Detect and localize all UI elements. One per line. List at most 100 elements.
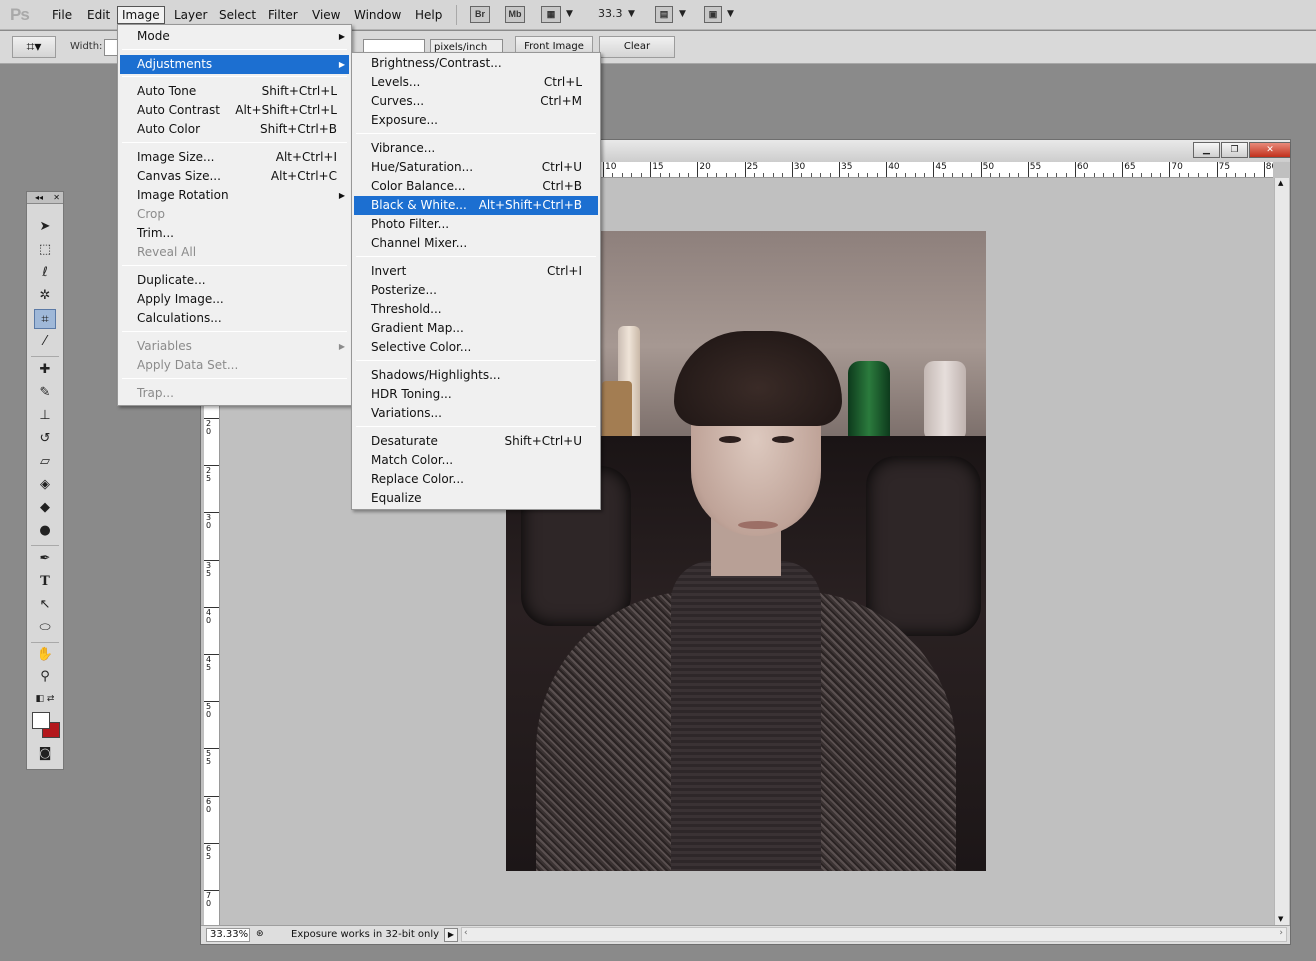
- scroll-down-icon[interactable]: ▼: [1278, 915, 1283, 923]
- horizontal-scrollbar[interactable]: ‹ ›: [461, 927, 1287, 942]
- ellipse-icon[interactable]: ⬭: [34, 618, 56, 638]
- image-menu-item-auto-contrast[interactable]: Auto Contrast Alt+Shift+Ctrl+L: [120, 101, 349, 120]
- scroll-right-icon[interactable]: ›: [1279, 928, 1283, 938]
- image-menu-item-auto-color[interactable]: Auto Color Shift+Ctrl+B: [120, 120, 349, 139]
- dodge-icon[interactable]: ●: [34, 521, 56, 541]
- extras-icon[interactable]: ▦: [541, 6, 561, 23]
- clear-button[interactable]: Clear: [599, 36, 675, 58]
- adjustments-item-photo-filter[interactable]: Photo Filter...: [354, 215, 598, 234]
- adjustments-item-channel-mixer[interactable]: Channel Mixer...: [354, 234, 598, 253]
- adjustments-item-hdr-toning[interactable]: HDR Toning...: [354, 385, 598, 404]
- tools-panel-header[interactable]: ◂◂ ✕: [27, 192, 63, 204]
- history-brush-icon[interactable]: ↺: [34, 429, 56, 449]
- eraser-icon[interactable]: ▱: [34, 452, 56, 472]
- adjustments-item-replace-color[interactable]: Replace Color...: [354, 470, 598, 489]
- menu-edit[interactable]: Edit: [83, 6, 114, 24]
- image-menu-item-mode[interactable]: Mode ▶: [120, 27, 349, 46]
- restore-icon[interactable]: ❐: [1221, 142, 1248, 158]
- marquee-icon[interactable]: ⬚: [34, 240, 56, 260]
- arrange-documents-icon[interactable]: ▤: [655, 6, 673, 23]
- lasso-icon[interactable]: ℓ: [34, 263, 56, 283]
- eyedropper-icon[interactable]: ⁄: [34, 332, 56, 352]
- close-icon[interactable]: ✕: [1249, 142, 1291, 158]
- menu-layer[interactable]: Layer: [170, 6, 211, 24]
- width-input[interactable]: [104, 39, 118, 56]
- menu-file[interactable]: File: [48, 6, 76, 24]
- collapse-icon[interactable]: ◂◂: [35, 192, 43, 203]
- adjustments-item-selective-color[interactable]: Selective Color...: [354, 338, 598, 357]
- ruler-tick: [839, 162, 840, 177]
- ruler-minor-tick: [725, 173, 727, 177]
- quick-mask-icon[interactable]: ◙: [34, 744, 56, 764]
- chevron-down-icon[interactable]: ▼: [566, 9, 573, 19]
- crop-icon[interactable]: ⌗: [34, 309, 56, 329]
- ruler-label: 60: [1077, 162, 1089, 172]
- move-icon[interactable]: ➤: [34, 217, 56, 237]
- menu-filter[interactable]: Filter: [264, 6, 302, 24]
- scroll-left-icon[interactable]: ‹: [464, 928, 468, 938]
- crop-tool-preset-icon[interactable]: ⌗▾: [12, 36, 56, 58]
- hand-icon[interactable]: ✋: [34, 645, 56, 665]
- image-menu-item-duplicate[interactable]: Duplicate...: [120, 271, 349, 290]
- status-info-icon[interactable]: ⊛: [256, 929, 264, 939]
- image-menu-item-apply-image[interactable]: Apply Image...: [120, 290, 349, 309]
- image-menu-item-image-size[interactable]: Image Size... Alt+Ctrl+I: [120, 148, 349, 167]
- menu-select[interactable]: Select: [215, 6, 260, 24]
- adjustments-item-gradient-map[interactable]: Gradient Map...: [354, 319, 598, 338]
- scroll-up-icon[interactable]: ▲: [1278, 179, 1283, 187]
- adjustments-item-brightness-contrast[interactable]: Brightness/Contrast...: [354, 54, 598, 73]
- adjustments-item-vibrance[interactable]: Vibrance...: [354, 139, 598, 158]
- menu-view[interactable]: View: [308, 6, 344, 24]
- adjustments-item-black-white[interactable]: Black & White... Alt+Shift+Ctrl+B: [354, 196, 598, 215]
- ruler-minor-tick: [1103, 173, 1105, 177]
- adjustments-item-match-color[interactable]: Match Color...: [354, 451, 598, 470]
- adjustments-item-variations[interactable]: Variations...: [354, 404, 598, 423]
- chevron-down-icon[interactable]: ▼: [679, 9, 686, 19]
- type-icon[interactable]: T: [34, 572, 56, 592]
- status-menu-arrow-icon[interactable]: ▶: [444, 928, 458, 942]
- vertical-scrollbar[interactable]: ▲ ▼: [1274, 178, 1289, 925]
- adjustments-item-levels[interactable]: Levels... Ctrl+L: [354, 73, 598, 92]
- image-menu-item-canvas-size[interactable]: Canvas Size... Alt+Ctrl+C: [120, 167, 349, 186]
- quick-select-icon[interactable]: ✲: [34, 286, 56, 306]
- chevron-down-icon[interactable]: ▼: [727, 9, 734, 19]
- menu-item-label: Vibrance...: [371, 141, 436, 155]
- pen-icon[interactable]: ✒: [34, 549, 56, 569]
- menu-image[interactable]: Image: [117, 6, 165, 24]
- zoom-icon[interactable]: ⚲: [34, 667, 56, 687]
- image-menu-item-adjustments[interactable]: Adjustments ▶: [120, 55, 349, 74]
- adjustments-item-shadows-highlights[interactable]: Shadows/Highlights...: [354, 366, 598, 385]
- image-menu-item-auto-tone[interactable]: Auto Tone Shift+Ctrl+L: [120, 82, 349, 101]
- adjustments-item-exposure[interactable]: Exposure...: [354, 111, 598, 130]
- foreground-color-swatch[interactable]: [32, 712, 50, 729]
- screen-mode-icon[interactable]: ▣: [704, 6, 722, 23]
- chevron-down-icon[interactable]: ▼: [628, 9, 635, 19]
- adjustments-item-invert[interactable]: Invert Ctrl+I: [354, 262, 598, 281]
- image-menu-item-image-rotation[interactable]: Image Rotation ▶: [120, 186, 349, 205]
- image-menu-item-trim[interactable]: Trim...: [120, 224, 349, 243]
- menu-window[interactable]: Window: [350, 6, 405, 24]
- adjustments-item-color-balance[interactable]: Color Balance... Ctrl+B: [354, 177, 598, 196]
- paint-bucket-icon[interactable]: ◈: [34, 475, 56, 495]
- path-select-icon[interactable]: ↖: [34, 595, 56, 615]
- adjustments-item-desaturate[interactable]: Desaturate Shift+Ctrl+U: [354, 432, 598, 451]
- swap-colors-icon[interactable]: ◧ ⇄: [34, 689, 56, 709]
- clone-stamp-icon[interactable]: ⊥: [34, 406, 56, 426]
- blur-icon[interactable]: ◆: [34, 498, 56, 518]
- zoom-level-field[interactable]: 33.3: [598, 7, 623, 20]
- menu-help[interactable]: Help: [411, 6, 446, 24]
- adjustments-item-threshold[interactable]: Threshold...: [354, 300, 598, 319]
- adjustments-item-curves[interactable]: Curves... Ctrl+M: [354, 92, 598, 111]
- mini-bridge-button[interactable]: Mb: [505, 6, 525, 23]
- zoom-status-field[interactable]: 33.33%: [206, 928, 250, 942]
- adjustments-item-equalize[interactable]: Equalize: [354, 489, 598, 508]
- brush-icon[interactable]: ✎: [34, 383, 56, 403]
- adjustments-item-posterize[interactable]: Posterize...: [354, 281, 598, 300]
- close-icon[interactable]: ✕: [53, 192, 60, 203]
- minimize-icon[interactable]: ▁: [1193, 142, 1220, 158]
- image-menu-item-calculations[interactable]: Calculations...: [120, 309, 349, 328]
- bridge-button[interactable]: Br: [470, 6, 490, 23]
- adjustments-item-hue-saturation[interactable]: Hue/Saturation... Ctrl+U: [354, 158, 598, 177]
- healing-brush-icon[interactable]: ✚: [34, 360, 56, 380]
- photo-sofa-cushion: [866, 456, 981, 636]
